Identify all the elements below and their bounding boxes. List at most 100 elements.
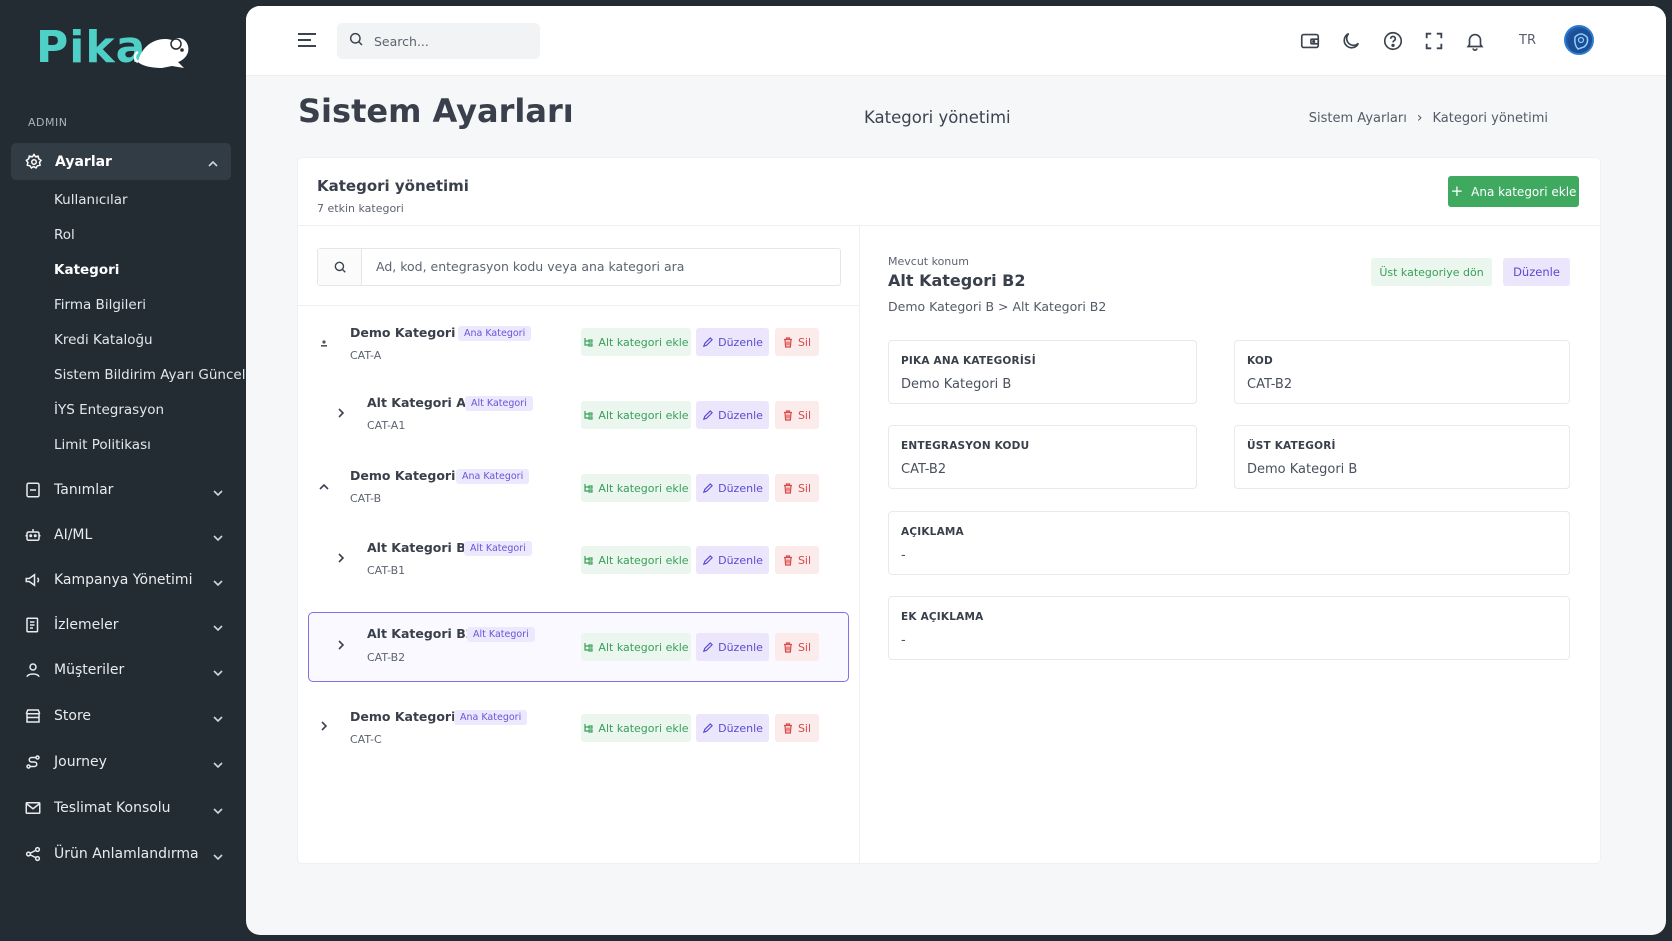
add-subcategory-button[interactable]: Alt kategori ekle xyxy=(581,633,691,661)
tree-row[interactable]: Demo Kategori B Ana Kategori CAT-B Alt k… xyxy=(298,452,860,522)
sidebar-group-label: AI/ML xyxy=(54,527,93,543)
fullscreen-icon[interactable] xyxy=(1423,30,1445,56)
sidebar-group-label: Journey xyxy=(54,754,107,770)
category-count: 7 etkin kategori xyxy=(317,202,404,215)
sidebar-item-kategori[interactable]: Kategori xyxy=(54,262,119,278)
sidebar-group-kampanya[interactable]: Kampanya Yönetimi xyxy=(24,565,224,595)
add-main-category-button[interactable]: + Ana kategori ekle xyxy=(1448,176,1579,207)
sidebar-item-sistem-bildirim[interactable]: Sistem Bildirim Ayarı Güncelle xyxy=(54,367,258,383)
category-code: CAT-A1 xyxy=(367,419,406,432)
field-label: PIKA ANA KATEGORİSİ xyxy=(901,355,1036,367)
sidebar-group-store[interactable]: Store xyxy=(24,701,224,731)
tree-row[interactable]: Demo Kategori C Ana Kategori CAT-C Alt k… xyxy=(298,692,860,762)
sidebar-group-aiml[interactable]: AI/ML xyxy=(24,520,224,550)
sidebar-item-rol[interactable]: Rol xyxy=(54,227,75,243)
category-type-badge: Alt Kategori xyxy=(465,396,533,411)
sidebar-item-kredi-katalogu[interactable]: Kredi Kataloğu xyxy=(54,332,153,348)
category-type-badge: Alt Kategori xyxy=(464,541,532,556)
user-icon xyxy=(24,661,42,679)
trash-icon xyxy=(783,409,792,421)
add-subcategory-button[interactable]: Alt kategori ekle xyxy=(581,401,691,429)
category-type-badge: Ana Kategori xyxy=(454,710,528,725)
tree-search-input[interactable]: Ad, kod, entegrasyon kodu veya ana kateg… xyxy=(317,248,841,286)
breadcrumb-item-current: Kategori yönetimi xyxy=(1432,110,1548,126)
breadcrumb-item-sistem-ayarlari[interactable]: Sistem Ayarları xyxy=(1309,111,1407,126)
user-avatar[interactable] xyxy=(1564,25,1594,55)
chevron-down-icon xyxy=(212,802,224,821)
pika-logo[interactable]: Pika xyxy=(36,22,189,74)
add-subcategory-button[interactable]: Alt kategori ekle xyxy=(581,474,691,502)
edit-button[interactable]: Düzenle xyxy=(696,546,769,574)
edit-button[interactable]: Düzenle xyxy=(696,714,769,742)
menu-toggle-icon[interactable] xyxy=(297,32,317,52)
language-switcher[interactable]: TR xyxy=(1519,33,1536,48)
sidebar-group-label: Ürün Anlamlandırma xyxy=(54,846,199,862)
chevron-right-icon[interactable] xyxy=(319,717,329,736)
tree-row[interactable]: Demo Kategori A Ana Kategori CAT-A Alt k… xyxy=(298,306,860,376)
sidebar-item-limit-politikasi[interactable]: Limit Politikası xyxy=(54,437,151,453)
sidebar-item-iys-entegrasyon[interactable]: İYS Entegrasyon xyxy=(54,402,164,418)
sidebar-group-izlemeler[interactable]: İzlemeler xyxy=(24,610,224,640)
edit-button[interactable]: Düzenle xyxy=(696,474,769,502)
sidebar-group-label: Tanımlar xyxy=(54,482,114,498)
chevron-right-icon[interactable] xyxy=(336,636,346,655)
tree-row-selected[interactable]: Alt Kategori B2 Alt Kategori CAT-B2 Alt … xyxy=(308,612,849,682)
edit-label: Düzenle xyxy=(718,335,763,349)
chevron-right-icon[interactable] xyxy=(336,549,346,568)
moon-icon[interactable] xyxy=(1340,30,1362,56)
sidebar-group-urun-anlamlandirma[interactable]: Ürün Anlamlandırma xyxy=(24,839,224,869)
wallet-icon[interactable] xyxy=(1299,30,1321,56)
help-icon[interactable] xyxy=(1382,30,1404,56)
delete-button[interactable]: Sil xyxy=(775,546,819,574)
field-parent: ÜST KATEGORİ Demo Kategori B xyxy=(1234,425,1570,489)
chevron-up-icon xyxy=(207,155,219,174)
trash-icon xyxy=(783,336,792,348)
tree-row[interactable]: Alt Kategori A1 Alt Kategori CAT-A1 Alt … xyxy=(298,379,860,449)
detail-title: Alt Kategori B2 xyxy=(888,271,1026,290)
sidebar-group-teslimat[interactable]: Teslimat Konsolu xyxy=(24,793,224,823)
category-type-badge: Ana Kategori xyxy=(456,469,530,484)
subtree-icon xyxy=(584,411,594,420)
leaf-dot-icon xyxy=(319,334,329,353)
edit-button[interactable]: Düzenle xyxy=(696,401,769,429)
sidebar-item-kullanicilar[interactable]: Kullanıcılar xyxy=(54,192,128,208)
field-label: AÇIKLAMA xyxy=(901,526,964,538)
sidebar-group-label: Store xyxy=(54,708,92,724)
gear-icon xyxy=(25,152,43,171)
field-label: ENTEGRASYON KODU xyxy=(901,440,1030,452)
sidebar-group-ayarlar[interactable]: Ayarlar xyxy=(11,143,231,180)
delete-button[interactable]: Sil xyxy=(775,401,819,429)
add-subcategory-button[interactable]: Alt kategori ekle xyxy=(581,714,691,742)
subtree-icon xyxy=(584,724,594,733)
edit-label: Düzenle xyxy=(718,553,763,567)
sidebar-group-journey[interactable]: Journey xyxy=(24,747,224,777)
trash-icon xyxy=(783,554,792,566)
global-search-input[interactable]: Search... xyxy=(337,23,540,59)
tree-row[interactable]: Alt Kategori B1 Alt Kategori CAT-B1 Alt … xyxy=(298,524,860,594)
edit-button[interactable]: Düzenle xyxy=(696,633,769,661)
delete-button[interactable]: Sil xyxy=(775,714,819,742)
category-card: Kategori yönetimi 7 etkin kategori + Ana… xyxy=(298,158,1600,863)
pencil-icon xyxy=(703,482,714,493)
route-icon xyxy=(24,753,42,771)
bell-icon[interactable] xyxy=(1464,30,1486,56)
add-subcategory-button[interactable]: Alt kategori ekle xyxy=(581,328,691,356)
sidebar-group-tanimlar[interactable]: Tanımlar xyxy=(24,475,224,505)
plus-icon: + xyxy=(1450,182,1464,200)
chevron-up-icon[interactable] xyxy=(318,477,330,496)
delete-button[interactable]: Sil xyxy=(775,474,819,502)
delete-button[interactable]: Sil xyxy=(775,328,819,356)
card-title: Kategori yönetimi xyxy=(317,177,469,195)
mail-icon xyxy=(24,799,42,817)
edit-detail-button[interactable]: Düzenle xyxy=(1503,258,1570,286)
sidebar-group-musteriler[interactable]: Müşteriler xyxy=(24,655,224,685)
category-name: Alt Kategori B2 xyxy=(367,626,475,641)
add-subcategory-button[interactable]: Alt kategori ekle xyxy=(581,546,691,574)
chevron-right-icon[interactable] xyxy=(336,404,346,423)
book-icon xyxy=(24,481,42,499)
sidebar-group-label: Müşteriler xyxy=(54,662,125,678)
sidebar-item-firma-bilgileri[interactable]: Firma Bilgileri xyxy=(54,297,146,313)
back-to-parent-button[interactable]: Üst kategoriye dön xyxy=(1371,258,1492,286)
edit-button[interactable]: Düzenle xyxy=(696,328,769,356)
delete-button[interactable]: Sil xyxy=(775,633,819,661)
